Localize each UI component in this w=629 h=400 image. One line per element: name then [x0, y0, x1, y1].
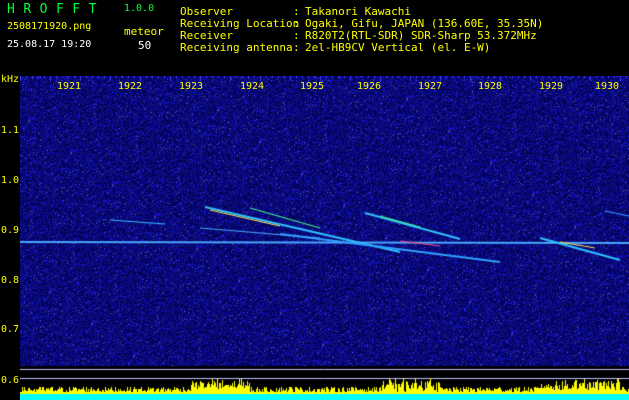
- meteor-count: 50: [138, 39, 152, 52]
- frequency-tick-label: 0.9: [1, 225, 20, 236]
- time-tick-label: 1929: [539, 81, 564, 92]
- frequency-tick-label: 1.1: [1, 125, 20, 136]
- file-name: 2508171920.png: [7, 21, 92, 32]
- time-tick-label: 1926: [357, 81, 382, 92]
- time-tick-label: 1924: [240, 81, 265, 92]
- time-tick-label: 1927: [418, 81, 443, 92]
- app-version: 1.0.0: [124, 3, 155, 14]
- time-tick-label: 1928: [478, 81, 503, 92]
- frequency-tick-label: 1.0: [1, 175, 20, 186]
- info-value: 2el-HB9CV Vertical (el. E-W): [305, 41, 491, 54]
- frequency-tick-label: 0.8: [1, 275, 20, 286]
- date-time: 25.08.17 19:20: [7, 39, 92, 50]
- info-key: Receiving antenna: [180, 41, 293, 54]
- time-tick-label: 1923: [179, 81, 204, 92]
- app-title: HROFFT: [7, 2, 105, 17]
- frequency-tick-label: 0.7: [1, 324, 20, 335]
- info-separator: :: [293, 41, 300, 54]
- spectrogram-plot: [20, 76, 629, 400]
- time-tick-label: 1925: [300, 81, 325, 92]
- time-tick-label: 1930: [595, 81, 620, 92]
- frequency-tick-label: 0.6: [1, 375, 20, 386]
- frequency-unit-label: kHz: [1, 74, 20, 85]
- hrofft-window: HROFFT 1.0.0 2508171920.png meteor 25.08…: [0, 0, 629, 400]
- meteor-label: meteor: [124, 25, 164, 38]
- time-tick-label: 1922: [118, 81, 143, 92]
- time-tick-label: 1921: [57, 81, 82, 92]
